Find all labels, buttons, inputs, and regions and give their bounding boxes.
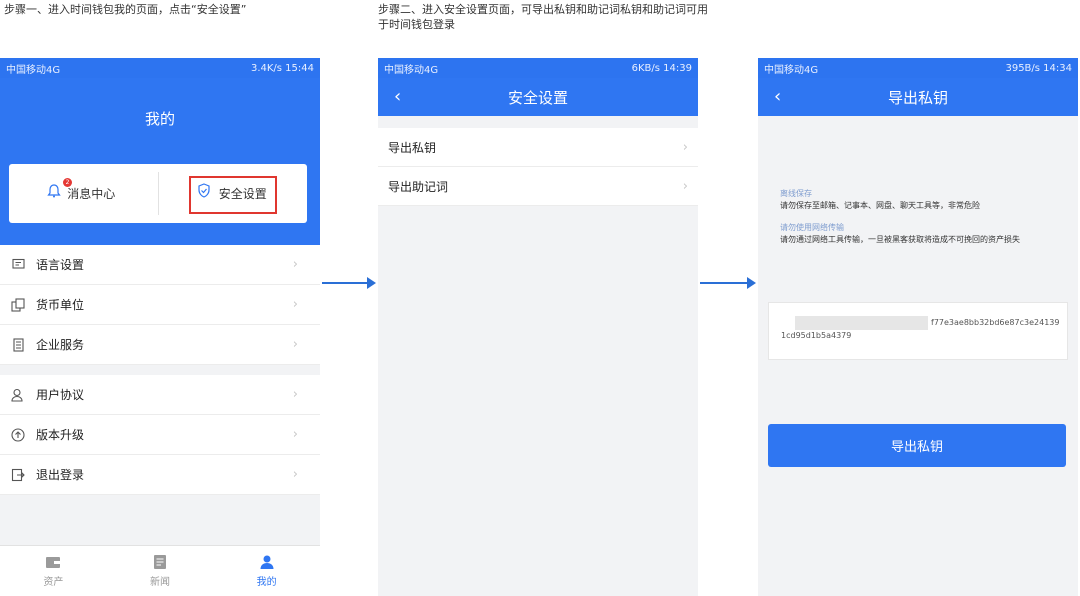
tab-news[interactable]: 新闻 bbox=[107, 546, 214, 596]
tip-title: 请勿使用网络传输 bbox=[780, 223, 844, 232]
upgrade-icon bbox=[10, 427, 26, 443]
chevron-right-icon: › bbox=[292, 427, 298, 442]
section-gap bbox=[0, 365, 320, 375]
private-key-line1: f77e3ae8bb32bd6e87c3e24139 bbox=[931, 318, 1060, 327]
page-title: 导出私钥 bbox=[887, 88, 948, 107]
currency-icon bbox=[10, 297, 26, 313]
menu-label: 货币单位 bbox=[36, 298, 85, 312]
menu-item-user-agreement[interactable]: 用户协议 › bbox=[0, 375, 320, 415]
private-key-box[interactable]: f77e3ae8bb32bd6e87c3e24139 1cd95d1b5a437… bbox=[768, 302, 1068, 360]
menu-label: 企业服务 bbox=[36, 338, 85, 352]
chevron-right-icon: › bbox=[292, 337, 298, 352]
menu-item-upgrade[interactable]: 版本升级 › bbox=[0, 415, 320, 455]
logout-icon bbox=[10, 467, 26, 483]
warning-tips: 离线保存 请勿保存至邮箱、记事本、网盘、聊天工具等，非常危险 请勿使用网络传输 … bbox=[780, 188, 1060, 256]
wallet-icon bbox=[45, 554, 61, 570]
menu-item-enterprise[interactable]: 企业服务 › bbox=[0, 325, 320, 365]
export-private-key-row[interactable]: 导出私钥 › bbox=[378, 128, 698, 167]
security-settings-button[interactable]: 安全设置 bbox=[159, 164, 308, 223]
user-doc-icon bbox=[10, 387, 26, 403]
phone-export-private-key: 中国移动4G 395B/s 14:34 ‹ 导出私钥 离线保存 请勿保存至邮箱、… bbox=[758, 58, 1078, 596]
chevron-right-icon: › bbox=[292, 467, 298, 482]
tab-label: 新闻 bbox=[150, 577, 170, 588]
tip-title: 离线保存 bbox=[780, 189, 812, 198]
step2-caption: 步骤二、进入安全设置页面，可导出私钥和助记词私钥和助记词可用于时间钱包登录 bbox=[378, 3, 708, 31]
chevron-right-icon: › bbox=[292, 297, 298, 312]
private-key-line2: 1cd95d1b5a4379 bbox=[781, 331, 852, 340]
carrier-label: 中国移动4G bbox=[764, 64, 819, 76]
chevron-right-icon: › bbox=[292, 387, 298, 402]
security-list: 导出私钥 › 导出助记词 › bbox=[378, 128, 698, 206]
tip-text: 请勿保存至邮箱、记事本、网盘、聊天工具等，非常危险 bbox=[780, 201, 980, 210]
flow-arrow-1 bbox=[322, 277, 376, 289]
bottom-tab-bar: 资产 新闻 我的 bbox=[0, 545, 320, 596]
status-bar: 中国移动4G 395B/s 14:34 bbox=[758, 58, 1078, 78]
profile-header: 我的 2 消息中心 安全设置 bbox=[0, 78, 320, 246]
menu-label: 语言设置 bbox=[36, 258, 85, 272]
chevron-right-icon: › bbox=[292, 257, 298, 272]
status-bar: 中国移动4G 6KB/s 14:39 bbox=[378, 58, 698, 78]
chevron-right-icon: › bbox=[682, 178, 688, 194]
menu-group-1: 语言设置 › 货币单位 › 企业服务 › bbox=[0, 245, 320, 365]
menu-group-2: 用户协议 › 版本升级 › 退出登录 › bbox=[0, 375, 320, 495]
export-private-key-button[interactable]: 导出私钥 bbox=[768, 424, 1066, 467]
menu-label: 退出登录 bbox=[36, 468, 85, 482]
carrier-label: 中国移动4G bbox=[6, 64, 61, 76]
status-right: 395B/s 14:34 bbox=[1005, 62, 1072, 74]
messages-button[interactable]: 2 消息中心 bbox=[9, 164, 158, 223]
export-mnemonic-row[interactable]: 导出助记词 › bbox=[378, 167, 698, 206]
chevron-right-icon: › bbox=[682, 139, 688, 155]
messages-label: 消息中心 bbox=[67, 187, 116, 201]
row-label: 导出助记词 bbox=[388, 179, 449, 194]
nav-bar: ‹ 导出私钥 bbox=[758, 78, 1078, 116]
tab-mine[interactable]: 我的 bbox=[213, 546, 320, 596]
status-right: 3.4K/s 15:44 bbox=[250, 62, 314, 74]
news-icon bbox=[152, 554, 168, 570]
tip-text: 请勿通过网络工具传输，一旦被黑客获取将造成不可挽回的资产损失 bbox=[780, 235, 1020, 244]
phone-my-page: 中国移动4G 3.4K/s 15:44 我的 2 消息中心 安全设置 语言设置 … bbox=[0, 58, 320, 596]
page-title: 我的 bbox=[144, 110, 175, 128]
back-arrow-icon[interactable]: ‹ bbox=[774, 86, 781, 107]
menu-item-logout[interactable]: 退出登录 › bbox=[0, 455, 320, 495]
back-arrow-icon[interactable]: ‹ bbox=[394, 86, 401, 107]
redacted-block bbox=[795, 316, 928, 330]
menu-item-language[interactable]: 语言设置 › bbox=[0, 245, 320, 285]
chat-icon bbox=[10, 257, 26, 273]
nav-bar: ‹ 安全设置 bbox=[378, 78, 698, 116]
menu-label: 版本升级 bbox=[36, 428, 85, 442]
step1-caption: 步骤一、进入时间钱包我的页面，点击“安全设置” bbox=[4, 3, 247, 16]
tab-label: 资产 bbox=[43, 577, 64, 588]
status-bar: 中国移动4G 3.4K/s 15:44 bbox=[0, 58, 320, 78]
tab-assets[interactable]: 资产 bbox=[0, 546, 107, 596]
building-icon bbox=[10, 337, 26, 353]
menu-item-currency[interactable]: 货币单位 › bbox=[0, 285, 320, 325]
row-label: 导出私钥 bbox=[388, 140, 437, 155]
carrier-label: 中国移动4G bbox=[384, 64, 439, 76]
status-right: 6KB/s 14:39 bbox=[631, 62, 692, 74]
shield-icon bbox=[197, 183, 211, 201]
person-icon bbox=[259, 554, 275, 570]
unread-badge: 2 bbox=[63, 178, 72, 187]
bell-icon bbox=[47, 184, 61, 201]
flow-arrow-2 bbox=[700, 277, 756, 289]
phone-security-settings: 中国移动4G 6KB/s 14:39 ‹ 安全设置 导出私钥 › 导出助记词 › bbox=[378, 58, 698, 596]
tab-label: 我的 bbox=[256, 577, 277, 588]
menu-label: 用户协议 bbox=[36, 388, 85, 402]
page-title: 安全设置 bbox=[507, 88, 568, 107]
quick-card: 2 消息中心 安全设置 bbox=[9, 164, 307, 223]
